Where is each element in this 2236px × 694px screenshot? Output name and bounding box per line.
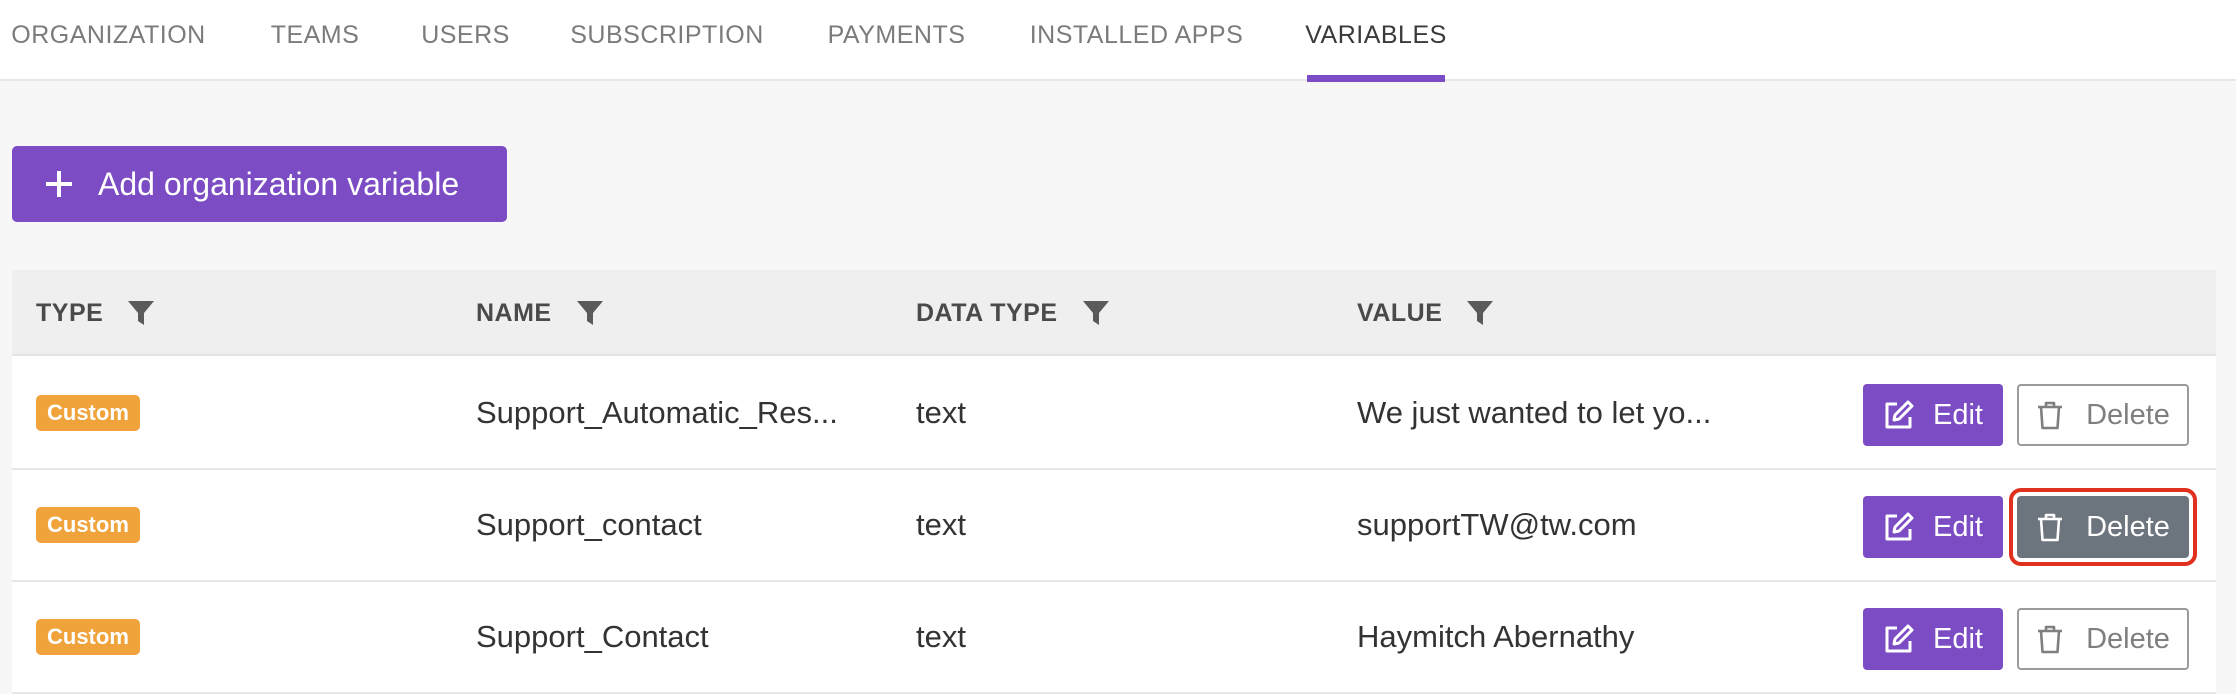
edit-icon: [1885, 512, 1914, 541]
column-value-label: VALUE: [1357, 298, 1443, 327]
edit-icon: [1885, 624, 1914, 653]
data-type-cell: text: [916, 395, 966, 430]
delete-label: Delete: [2086, 398, 2170, 431]
table-row: Custom Support_Contact text Haymitch Abe…: [12, 582, 2216, 694]
add-organization-variable-label: Add organization variable: [98, 165, 460, 202]
filter-icon[interactable]: [127, 299, 155, 327]
add-organization-variable-button[interactable]: Add organization variable: [12, 146, 507, 222]
delete-label: Delete: [2086, 510, 2170, 543]
edit-label: Edit: [1933, 398, 1983, 431]
trash-icon: [2038, 513, 2063, 542]
name-cell: Support_Automatic_Res...: [476, 395, 838, 430]
table-row: Custom Support_Automatic_Res... text We …: [12, 358, 2216, 470]
tab-installed-apps[interactable]: INSTALLED APPS: [1030, 0, 1243, 81]
filter-icon[interactable]: [1082, 299, 1110, 327]
tab-users[interactable]: USERS: [421, 0, 509, 81]
edit-icon: [1885, 400, 1914, 429]
column-type: TYPE: [36, 270, 155, 356]
tab-teams[interactable]: TEAMS: [270, 0, 360, 81]
delete-button[interactable]: Delete: [2009, 488, 2197, 566]
table-row: Custom Support_contact text supportTW@tw…: [12, 470, 2216, 582]
filter-icon[interactable]: [576, 299, 604, 327]
tab-subscription[interactable]: SUBSCRIPTION: [570, 0, 763, 81]
tab-payments[interactable]: PAYMENTS: [827, 0, 966, 81]
type-cell: Custom: [36, 470, 140, 580]
column-name-label: NAME: [476, 298, 552, 327]
plus-icon: [46, 171, 72, 197]
value-cell: Haymitch Abernathy: [1357, 619, 1635, 654]
value-cell: supportTW@tw.com: [1357, 507, 1637, 542]
edit-label: Edit: [1933, 622, 1983, 655]
column-type-label: TYPE: [36, 298, 104, 327]
tab-variables[interactable]: VARIABLES: [1305, 0, 1446, 82]
type-cell: Custom: [36, 358, 140, 468]
name-cell: Support_contact: [476, 507, 702, 542]
column-name: NAME: [476, 270, 604, 356]
delete-button[interactable]: Delete: [2017, 608, 2189, 670]
type-cell: Custom: [36, 582, 140, 692]
delete-label: Delete: [2086, 622, 2170, 655]
column-value: VALUE: [1357, 270, 1494, 356]
delete-button[interactable]: Delete: [2017, 384, 2189, 446]
value-cell: We just wanted to let yo...: [1357, 395, 1712, 430]
edit-button[interactable]: Edit: [1863, 384, 2003, 446]
data-type-cell: text: [916, 619, 966, 654]
tab-organization[interactable]: ORGANIZATION: [11, 0, 206, 81]
table-header: TYPE NAME DATA TYPE VALUE: [12, 270, 2216, 356]
filter-icon[interactable]: [1466, 299, 1494, 327]
name-cell: Support_Contact: [476, 619, 709, 654]
type-badge: Custom: [36, 507, 140, 543]
column-data-type-label: DATA TYPE: [916, 298, 1058, 327]
type-badge: Custom: [36, 619, 140, 655]
column-data-type: DATA TYPE: [916, 270, 1110, 356]
edit-label: Edit: [1933, 510, 1983, 543]
settings-tabs: ORGANIZATION TEAMS USERS SUBSCRIPTION PA…: [0, 0, 2236, 82]
type-badge: Custom: [36, 395, 140, 431]
data-type-cell: text: [916, 507, 966, 542]
edit-button[interactable]: Edit: [1863, 496, 2003, 558]
trash-icon: [2038, 625, 2063, 654]
edit-button[interactable]: Edit: [1863, 608, 2003, 670]
variables-table: TYPE NAME DATA TYPE VALUE Custom Support…: [12, 270, 2216, 694]
trash-icon: [2038, 401, 2063, 430]
